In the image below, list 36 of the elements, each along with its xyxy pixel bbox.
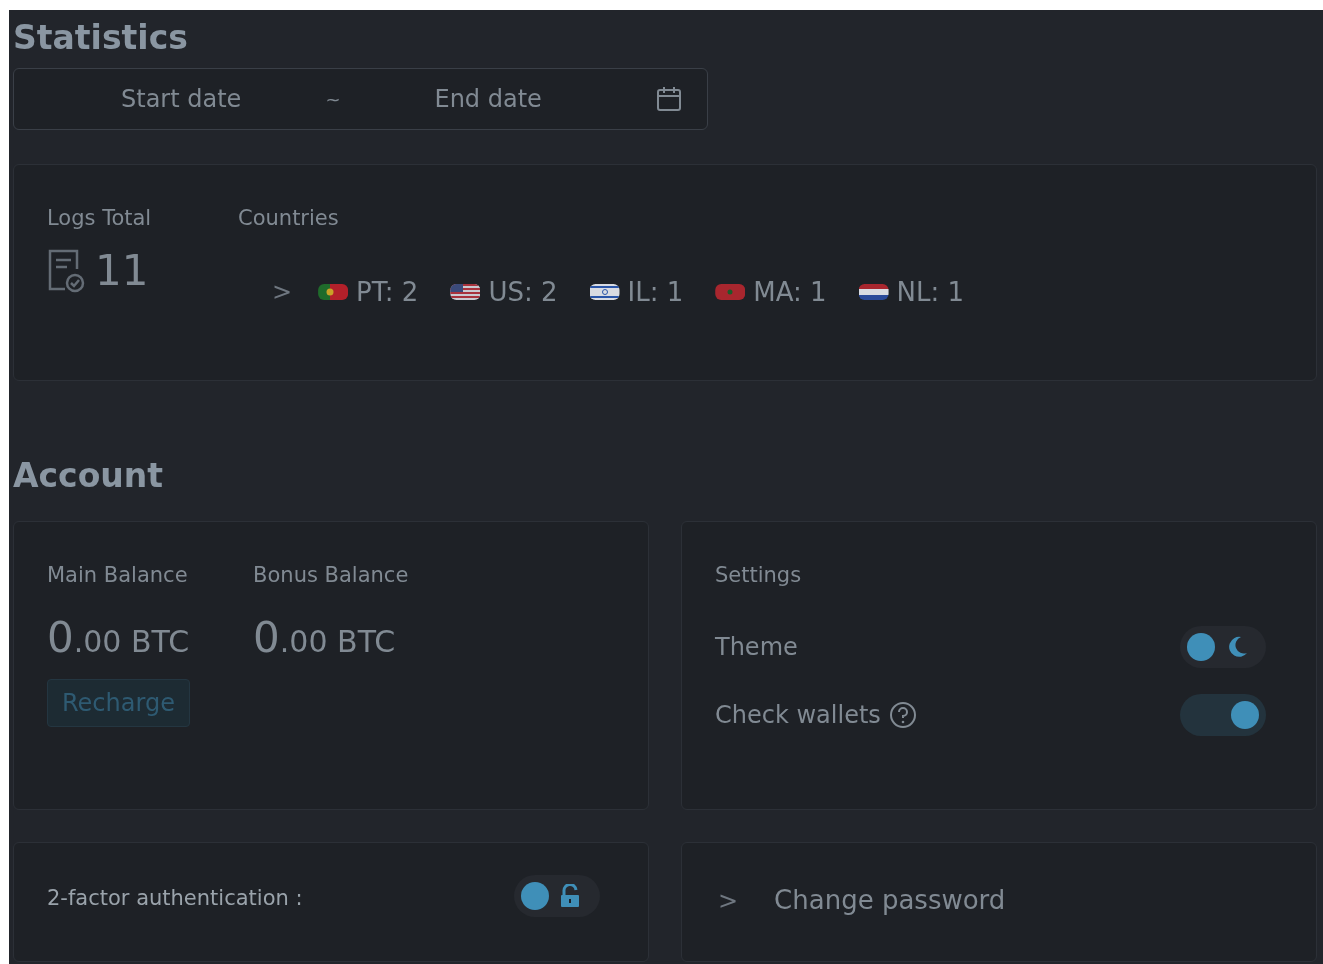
toggle-switch[interactable] — [1180, 693, 1266, 736]
setting-label: Theme — [715, 631, 798, 663]
logs-count: 11 — [95, 248, 149, 293]
flag-icon — [589, 284, 620, 300]
flag-icon — [715, 284, 746, 300]
country-count: US: 2 — [488, 275, 558, 309]
date-range-field[interactable]: Start date ~ End date — [13, 68, 708, 130]
balance-label: Main Balance — [47, 562, 189, 589]
setting-label: Check wallets — [715, 699, 881, 731]
card-title: Settings — [715, 562, 803, 589]
stat-label: Logs Total — [47, 205, 153, 232]
flag-icon — [450, 284, 481, 300]
section-title: Statistics — [13, 17, 189, 54]
unlock-icon — [559, 884, 581, 908]
country-count: IL: 1 — [627, 275, 684, 309]
document-check-icon — [47, 248, 85, 293]
stat-label: Countries — [238, 205, 340, 232]
balance-label: Bonus Balance — [253, 562, 409, 589]
start-date-field[interactable]: Start date — [121, 81, 242, 117]
change-password-button[interactable]: > Change password — [718, 881, 1006, 920]
toggle-switch[interactable] — [1180, 625, 1266, 668]
calendar-icon — [656, 86, 682, 112]
balance-amount: 0.00 BTC — [47, 611, 190, 664]
expand-button[interactable]: > — [272, 274, 293, 310]
flag-icon — [318, 284, 349, 300]
help-icon — [888, 700, 917, 729]
range-separator: ~ — [325, 87, 341, 112]
country-count: MA: 1 — [753, 275, 827, 309]
country-count: PT: 2 — [356, 275, 419, 309]
balance-amount: 0.00 BTC — [253, 611, 397, 664]
flag-icon — [858, 284, 889, 300]
two-factor-label: 2-factor authentication : — [47, 885, 303, 912]
end-date-field[interactable]: End date — [434, 81, 542, 117]
section-title: Account — [13, 458, 165, 494]
toggle-switch[interactable] — [514, 875, 600, 917]
country-count: NL: 1 — [896, 275, 965, 309]
